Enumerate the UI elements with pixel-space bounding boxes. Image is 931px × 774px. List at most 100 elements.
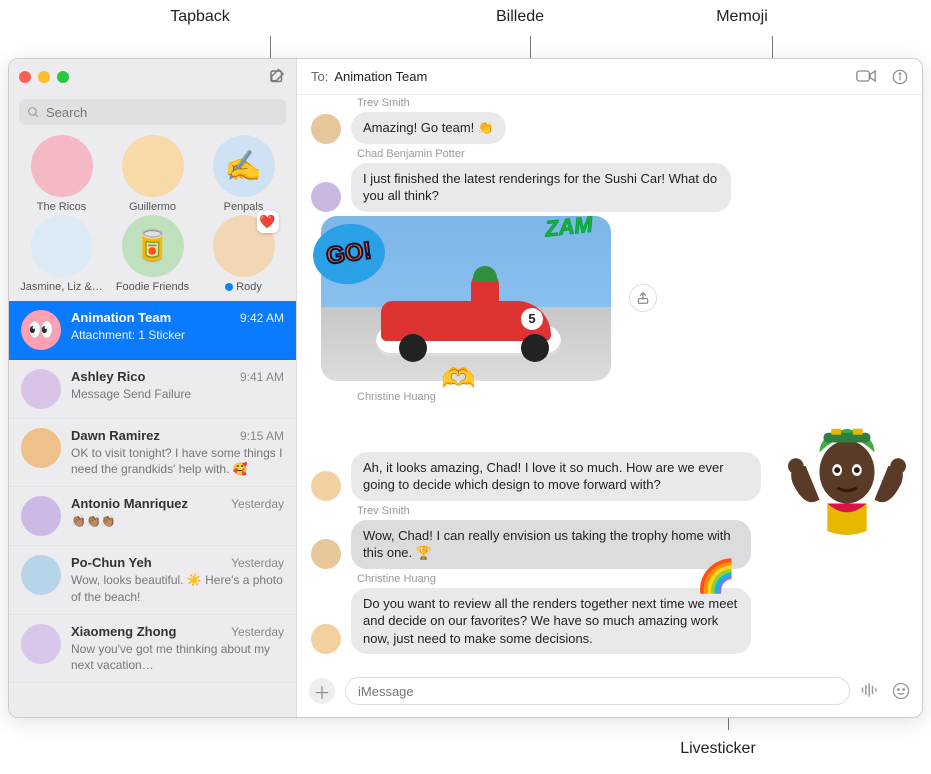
share-button[interactable]	[629, 284, 657, 312]
status-dot-icon	[225, 283, 233, 291]
search-icon	[27, 106, 40, 119]
conversation-time: 9:42 AM	[240, 311, 284, 325]
pin-avatar	[122, 135, 184, 197]
pin-label: Rody	[199, 281, 288, 293]
pinned-conversation[interactable]: The Ricos	[17, 135, 106, 213]
pinned-conversation[interactable]: 🥫 Foodie Friends	[108, 215, 197, 293]
audio-message-icon[interactable]	[860, 682, 880, 700]
conversation-preview: Now you've got me thinking about my next…	[71, 641, 284, 673]
pinned-conversation[interactable]: Jasmine, Liz &…	[17, 215, 106, 293]
sender-label: Trev Smith	[357, 505, 908, 517]
conversation-name: Xiaomeng Zhong	[71, 624, 225, 639]
window-controls	[19, 71, 69, 83]
conversation-time: Yesterday	[231, 497, 284, 511]
conversation-header: To: Animation Team	[297, 59, 922, 95]
message-bubble[interactable]: I just finished the latest renderings fo…	[351, 163, 731, 212]
pin-avatar: ✍️	[213, 135, 275, 197]
conversation-name: Po-Chun Yeh	[71, 555, 225, 570]
pin-label: Guillermo	[108, 201, 197, 213]
conversation-row[interactable]: Antonio ManriquezYesterday👏🏽👏🏽👏🏽	[9, 487, 296, 546]
message-row: Amazing! Go team! 👏	[311, 112, 908, 144]
pin-label: Foodie Friends	[108, 281, 197, 293]
go-sticker[interactable]: GO!	[313, 224, 385, 284]
pin-label: The Ricos	[17, 201, 106, 213]
message-row: Ah, it looks amazing, Chad! I love it so…	[311, 452, 908, 501]
pinned-conversation[interactable]: Guillermo	[108, 135, 197, 213]
conversation-time: Yesterday	[231, 625, 284, 639]
callout-livesticker: Livesticker	[648, 740, 788, 758]
message-thread: Trev Smith Amazing! Go team! 👏 Chad Benj…	[297, 95, 922, 669]
conversation-row[interactable]: Ashley Rico 9:41 AM Message Send Failure	[9, 360, 296, 419]
heart-hands-sticker[interactable]: 🫶	[441, 362, 476, 395]
sender-label: Christine Huang	[357, 573, 908, 585]
image-attachment[interactable]: 5 GO! ZAM 🫶	[321, 216, 611, 381]
zam-sticker[interactable]: ZAM	[544, 211, 594, 242]
conversation-preview: OK to visit tonight? I have some things …	[71, 445, 284, 477]
pin-avatar: 🥫	[122, 215, 184, 277]
conversation-row[interactable]: Po-Chun Yeh Yesterday Wow, looks beautiful…	[9, 546, 296, 614]
avatar	[21, 555, 61, 595]
conversation-row[interactable]: Dawn Ramirez9:15 AMOK to visit tonight? …	[9, 419, 296, 487]
minimize-button[interactable]	[38, 71, 50, 83]
compose-button[interactable]	[268, 68, 286, 86]
conversation-preview: Attachment: 1 Sticker	[71, 327, 284, 343]
sender-label: Christine Huang	[357, 391, 908, 403]
facetime-video-icon[interactable]	[856, 69, 876, 85]
close-button[interactable]	[19, 71, 31, 83]
avatar[interactable]	[311, 182, 341, 212]
conversation-time: 9:41 AM	[240, 370, 284, 384]
to-label: To:	[311, 69, 328, 84]
message-field-wrapper[interactable]	[345, 677, 850, 705]
pinned-conversation[interactable]: ✍️Penpals	[199, 135, 288, 213]
messages-window: The RicosGuillermo✍️Penpals Jasmine, Liz …	[8, 58, 923, 718]
message-bubble[interactable]: Amazing! Go team! 👏	[351, 112, 506, 144]
conversation-pane: To: Animation Team Trev Smith Amazing! G…	[297, 59, 922, 717]
conversation-name: Ashley Rico	[71, 369, 234, 384]
emoji-picker-icon[interactable]	[892, 682, 910, 700]
avatar	[21, 428, 61, 468]
pin-avatar	[31, 215, 93, 277]
sender-label: Chad Benjamin Potter	[357, 148, 908, 160]
conversation-preview: Wow, looks beautiful. ☀️ Here's a photo …	[71, 572, 284, 604]
zoom-button[interactable]	[57, 71, 69, 83]
info-icon[interactable]	[892, 69, 908, 85]
conversation-name: Antonio Manriquez	[71, 496, 225, 511]
message-row: I just finished the latest renderings fo…	[311, 163, 908, 212]
titlebar	[9, 59, 296, 95]
search-bar[interactable]	[19, 99, 286, 125]
avatar	[21, 496, 61, 536]
conversation-time: 9:15 AM	[240, 429, 284, 443]
pinned-conversations: The RicosGuillermo✍️Penpals Jasmine, Liz …	[9, 133, 296, 301]
recipient-name[interactable]: Animation Team	[334, 69, 427, 84]
message-bubble[interactable]: Ah, it looks amazing, Chad! I love it so…	[351, 452, 761, 501]
avatar	[21, 369, 61, 409]
avatar[interactable]	[311, 114, 341, 144]
search-input[interactable]	[46, 105, 278, 120]
pin-avatar: ❤️	[213, 215, 275, 277]
conversation-row[interactable]: 👀 Animation Team 9:42 AM Attachment: 1 Stic…	[9, 301, 296, 360]
avatar[interactable]	[311, 539, 341, 569]
apps-button[interactable]: ＋	[309, 678, 335, 704]
message-row: Wow, Chad! I can really envision us taki…	[311, 520, 908, 569]
message-bubble[interactable]: Do you want to review all the renders to…	[351, 588, 751, 655]
avatar[interactable]	[311, 471, 341, 501]
avatar[interactable]	[311, 624, 341, 654]
message-input[interactable]	[358, 684, 837, 699]
callout-billede: Billede	[470, 8, 570, 26]
sidebar: The RicosGuillermo✍️Penpals Jasmine, Liz …	[9, 59, 297, 717]
message-row: Do you want to review all the renders to…	[311, 588, 908, 655]
callout-tapback: Tapback	[140, 8, 260, 26]
pin-label: Jasmine, Liz &…	[17, 281, 106, 293]
conversation-row[interactable]: Xiaomeng Zhong Yesterday Now you've got me…	[9, 615, 296, 683]
pinned-conversation[interactable]: ❤️ Rody	[199, 215, 288, 293]
conversation-name: Animation Team	[71, 310, 234, 325]
conversation-time: Yesterday	[231, 556, 284, 570]
conversation-preview: Message Send Failure	[71, 386, 284, 402]
tapback-heart-icon: ❤️	[257, 211, 279, 233]
callout-memoji: Memoji	[692, 8, 792, 26]
car-number: 5	[521, 308, 543, 330]
avatar: 👀	[21, 310, 61, 350]
message-bubble[interactable]: Wow, Chad! I can really envision us taki…	[351, 520, 751, 569]
pin-avatar	[31, 135, 93, 197]
conversation-list: 👀 Animation Team 9:42 AM Attachment: 1 Stic…	[9, 301, 296, 717]
